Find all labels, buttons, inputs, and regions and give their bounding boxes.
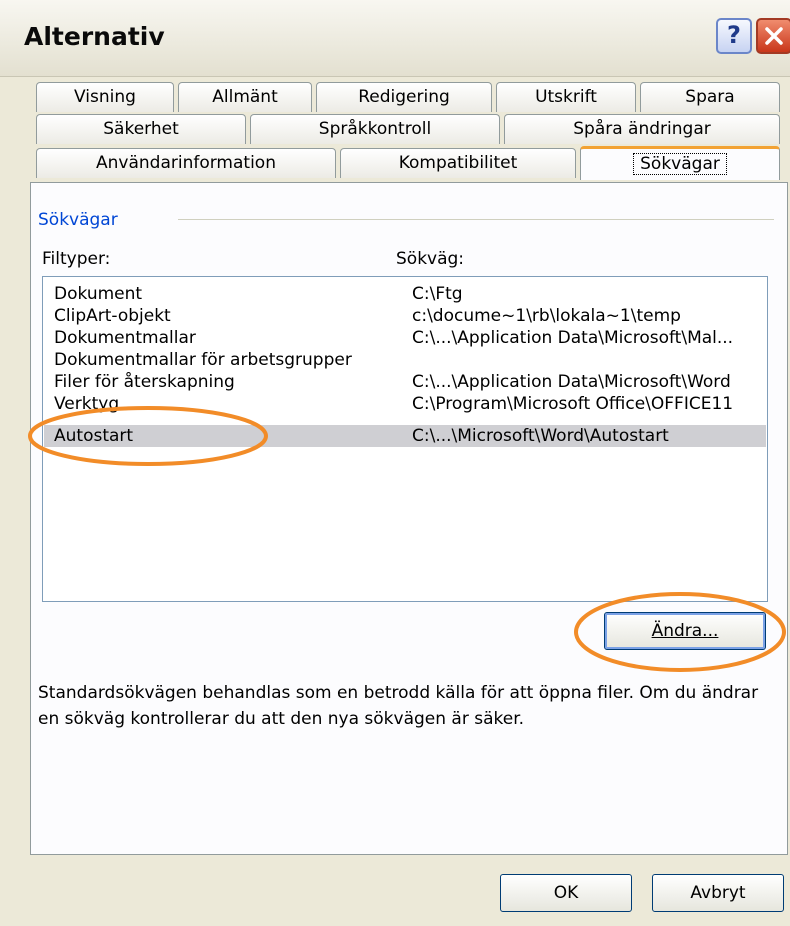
tab-sprakkontroll[interactable]: Språkkontroll	[250, 114, 500, 144]
tab-label: Språkkontroll	[318, 119, 432, 139]
tab-visning[interactable]: Visning	[36, 82, 174, 112]
tab-label: Utskrift	[535, 87, 597, 107]
tab-spara-andringar[interactable]: Spåra ändringar	[504, 114, 780, 144]
list-item[interactable]: Verktyg C:\Program\Microsoft Office\OFFIC…	[44, 393, 766, 415]
tab-label: Spara	[685, 87, 735, 107]
cancel-button[interactable]: Avbryt	[652, 874, 784, 912]
group-divider	[178, 219, 774, 220]
file-type-cell: Dokumentmallar för arbetsgrupper	[54, 350, 352, 370]
options-dialog: Alternativ ? Visning Allmänt Redigering …	[0, 0, 790, 926]
description-text: Standardsökvägen behandlas som en betrod…	[38, 683, 759, 729]
file-type-cell: Verktyg	[54, 394, 120, 414]
file-locations-list[interactable]: Dokument C:\Ftg ClipArt-objekt c:\docume~1…	[42, 276, 768, 602]
file-type-cell: Autostart	[54, 426, 134, 446]
ok-button-label: OK	[553, 883, 579, 903]
group-label: Sökvägar	[38, 210, 118, 230]
tab-utskrift[interactable]: Utskrift	[496, 82, 636, 112]
tab-label: Användarinformation	[96, 153, 276, 173]
help-icon: ?	[727, 21, 741, 49]
file-type-cell: ClipArt-objekt	[54, 306, 171, 326]
list-item-selected[interactable]: Autostart C:\...\Microsoft\Word\Autostart	[44, 425, 766, 447]
list-item[interactable]: Dokumentmallar för arbetsgrupper	[44, 349, 766, 371]
list-item[interactable]: Dokumentmallar C:\...\Application Data\Mi…	[44, 327, 766, 349]
file-type-cell: Dokument	[54, 284, 143, 304]
path-cell: C:\...\Application Data\Microsoft\Word	[412, 372, 731, 392]
close-button[interactable]	[756, 18, 790, 54]
tab-redigering[interactable]: Redigering	[316, 82, 492, 112]
file-type-cell: Filer för återskapning	[54, 372, 235, 392]
path-cell: C:\...\Application Data\Microsoft\Mal...	[412, 328, 734, 348]
tab-label: Säkerhet	[103, 119, 179, 139]
tab-label: Visning	[74, 87, 136, 107]
path-cell: C:\...\Microsoft\Word\Autostart	[412, 426, 669, 446]
file-types-header: Filtyper:	[42, 249, 111, 269]
tab-allmant[interactable]: Allmänt	[178, 82, 312, 112]
tab-sakerhet[interactable]: Säkerhet	[36, 114, 246, 144]
path-header: Sökväg:	[396, 249, 465, 269]
tab-label: Allmänt	[212, 87, 278, 107]
title-bar: Alternativ ?	[0, 0, 790, 77]
change-button[interactable]: Ändra...	[604, 612, 766, 650]
tab-anvandarinformation[interactable]: Användarinformation	[36, 148, 336, 178]
tab-spara[interactable]: Spara	[640, 82, 780, 112]
tab-kompatibilitet[interactable]: Kompatibilitet	[340, 148, 576, 178]
help-button[interactable]: ?	[716, 18, 752, 54]
list-item[interactable]: Dokument C:\Ftg	[44, 283, 766, 305]
ok-button[interactable]: OK	[500, 874, 632, 912]
tab-label: Sökvägar	[633, 153, 727, 175]
file-type-cell: Dokumentmallar	[54, 328, 196, 348]
path-cell: c:\docume~1\rb\lokala~1\temp	[412, 306, 681, 326]
list-item[interactable]: ClipArt-objekt c:\docume~1\rb\lokala~1\te…	[44, 305, 766, 327]
cancel-button-label: Avbryt	[690, 883, 746, 903]
path-cell: C:\Ftg	[412, 284, 463, 304]
path-cell: C:\Program\Microsoft Office\OFFICE11	[412, 394, 734, 414]
tab-label: Kompatibilitet	[398, 153, 518, 173]
tab-label: Redigering	[358, 87, 450, 107]
tab-label: Spåra ändringar	[573, 119, 711, 139]
list-item[interactable]: Filer för återskapning C:\...\Application…	[44, 371, 766, 393]
dialog-title: Alternativ	[24, 22, 165, 51]
change-button-label: Ändra...	[651, 621, 719, 641]
tab-sokvagar[interactable]: Sökvägar	[580, 146, 780, 180]
close-icon	[765, 27, 783, 45]
